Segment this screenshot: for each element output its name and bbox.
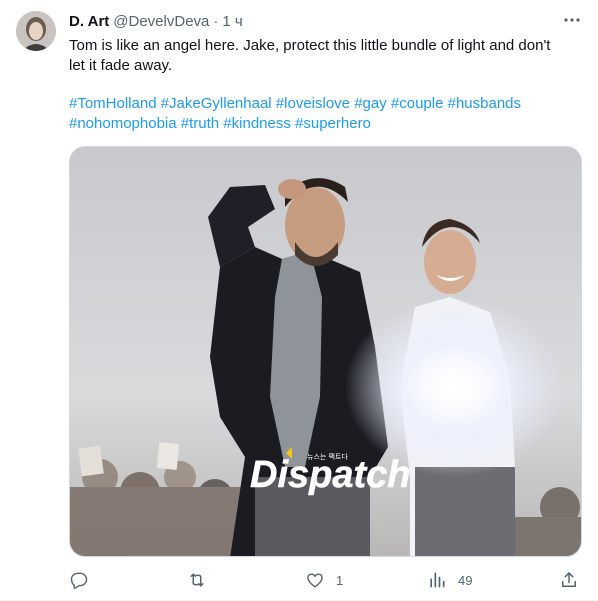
- reply-button[interactable]: [69, 568, 100, 592]
- more-icon: [564, 18, 580, 22]
- hashtag-link[interactable]: #TomHolland: [69, 95, 157, 112]
- tweet-text-line: let it fade away.: [69, 57, 173, 74]
- photo-illustration: Dispatch 뉴스는 팩트다: [70, 147, 581, 556]
- hashtag-link[interactable]: #superhero: [295, 115, 371, 132]
- avatar[interactable]: [16, 11, 56, 51]
- photo-watermark-sub: 뉴스는 팩트다: [307, 452, 348, 461]
- tweet-header: D. Art @DevelvDeva · 1 ч: [69, 11, 243, 31]
- separator-dot: ·: [213, 12, 219, 30]
- share-icon: [562, 572, 576, 587]
- views-button[interactable]: 49: [427, 568, 472, 592]
- author-handle[interactable]: @DevelvDeva: [113, 13, 209, 30]
- hashtag-link[interactable]: #husbands: [448, 95, 521, 112]
- hashtag-link[interactable]: #couple: [391, 95, 444, 112]
- like-button[interactable]: 1: [305, 568, 343, 592]
- hashtag-link[interactable]: #loveislove: [276, 95, 350, 112]
- hashtag-line: #TomHolland #JakeGyllenhaal #loveislove …: [69, 94, 579, 114]
- retweet-button[interactable]: [187, 568, 218, 592]
- more-options-button[interactable]: [562, 10, 582, 30]
- like-icon: [307, 573, 323, 588]
- views-count: 49: [458, 572, 473, 588]
- hashtag-link[interactable]: #gay: [354, 95, 387, 112]
- tweet-card[interactable]: D. Art @DevelvDeva · 1 ч Tom is like an …: [0, 0, 598, 601]
- hashtag-line: #nohomophobia #truth #kindness #superher…: [69, 114, 579, 134]
- hashtag-link[interactable]: #truth: [181, 115, 219, 132]
- hashtag-link[interactable]: #JakeGyllenhaal: [161, 95, 272, 112]
- tweet-actions: 1 49: [69, 568, 582, 592]
- like-count: 1: [336, 572, 344, 588]
- tweet-photo[interactable]: Dispatch 뉴스는 팩트다: [69, 146, 582, 557]
- hashtag-link[interactable]: #nohomophobia: [69, 115, 177, 132]
- author-name[interactable]: D. Art: [69, 13, 109, 30]
- share-button[interactable]: [559, 568, 579, 592]
- tweet-timestamp[interactable]: 1 ч: [222, 13, 242, 30]
- hashtag-link[interactable]: #kindness: [223, 115, 291, 132]
- tweet-text-line: Tom is like an angel here. Jake, protect…: [69, 37, 551, 54]
- hashtags: #TomHolland #JakeGyllenhaal #loveislove …: [69, 94, 579, 134]
- retweet-icon: [190, 573, 204, 587]
- tweet-text: Tom is like an angel here. Jake, protect…: [69, 36, 579, 76]
- reply-icon: [70, 572, 88, 589]
- views-icon: [430, 572, 445, 588]
